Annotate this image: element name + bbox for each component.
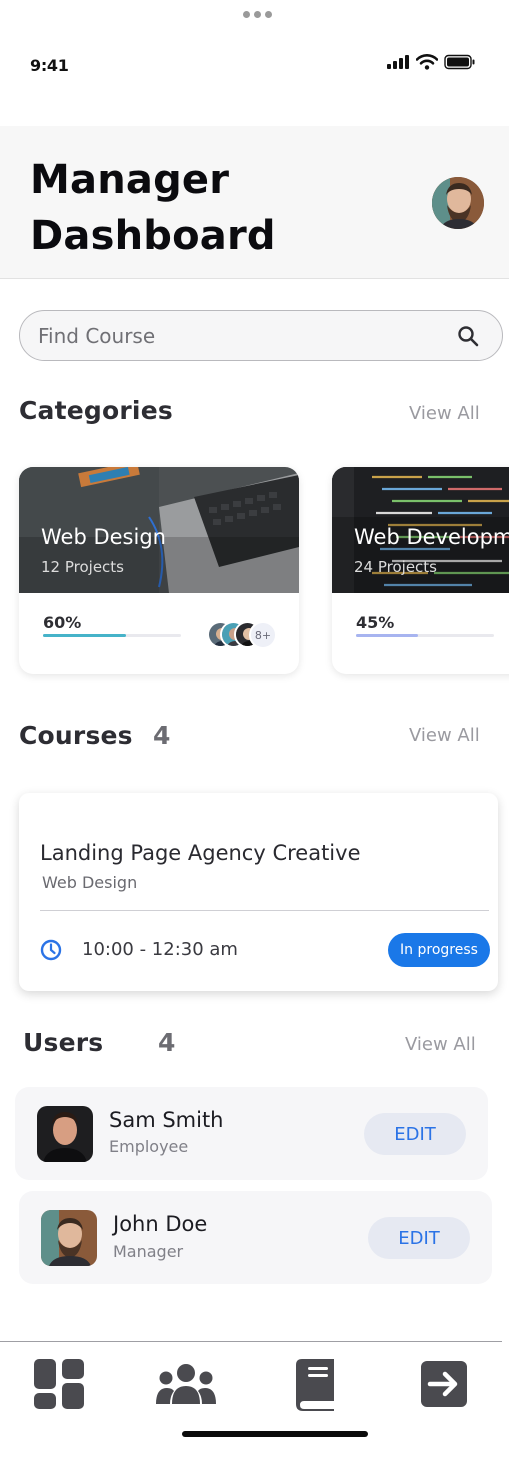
book-icon: [296, 1359, 334, 1411]
category-progress-fill: [356, 634, 419, 637]
user-role: Manager: [113, 1242, 184, 1261]
category-card-web-design[interactable]: Web Design 12 Projects 60% 8+: [19, 467, 299, 674]
user-name: Sam Smith: [109, 1108, 224, 1132]
courses-view-all-link[interactable]: View All: [409, 725, 480, 746]
edit-user-button[interactable]: EDIT: [364, 1113, 466, 1155]
nav-courses-button[interactable]: [284, 1354, 348, 1414]
page-title-line2: Dashboard: [30, 213, 276, 259]
battery-icon: [444, 54, 475, 70]
users-view-all-link[interactable]: View All: [405, 1034, 476, 1055]
status-badge: In progress: [388, 933, 490, 967]
category-progress-fill: [43, 634, 126, 637]
categories-heading: Categories: [19, 396, 173, 425]
profile-avatar[interactable]: [432, 177, 484, 229]
member-avatars[interactable]: 8+: [207, 621, 287, 649]
users-group-icon: [156, 1364, 216, 1404]
edit-user-button[interactable]: EDIT: [368, 1217, 470, 1259]
category-progress-label: 45%: [356, 613, 395, 632]
course-divider: [40, 910, 489, 911]
home-indicator: [182, 1431, 368, 1437]
bottom-nav-divider: [0, 1341, 502, 1342]
category-progress-track: [43, 634, 181, 637]
category-card-web-development[interactable]: Web Development 24 Projects 45%: [332, 467, 509, 674]
categories-view-all-link[interactable]: View All: [409, 403, 480, 424]
nav-logout-button[interactable]: [412, 1354, 476, 1414]
course-card[interactable]: Landing Page Agency Creative Web Design …: [19, 793, 498, 991]
more-members-badge: 8+: [249, 621, 277, 649]
page-title: Manager Dashboard: [30, 152, 276, 264]
window-grabber[interactable]: [243, 11, 272, 18]
app-header: Manager Dashboard: [0, 126, 509, 279]
course-title: Landing Page Agency Creative: [40, 841, 361, 865]
nav-users-button[interactable]: [154, 1354, 218, 1414]
clock-icon: [40, 939, 62, 961]
courses-heading: Courses: [19, 721, 133, 750]
user-avatar: [37, 1106, 93, 1162]
search-bar: [19, 310, 503, 361]
wifi-icon: [416, 54, 438, 70]
course-category: Web Design: [42, 873, 138, 892]
nav-dashboard-button[interactable]: [27, 1354, 91, 1414]
status-icons: [386, 54, 476, 70]
users-count: 4: [158, 1028, 176, 1057]
search-icon[interactable]: [456, 324, 480, 348]
status-time: 9:41: [30, 56, 69, 75]
signal-icon: [387, 55, 409, 69]
category-progress-label: 60%: [43, 613, 82, 632]
user-card-john-doe[interactable]: John Doe Manager EDIT: [19, 1191, 492, 1284]
course-time: 10:00 - 12:30 am: [82, 939, 238, 960]
user-name: John Doe: [113, 1212, 208, 1236]
dashboard-icon: [34, 1359, 84, 1409]
users-heading: Users: [23, 1028, 104, 1057]
logout-icon: [421, 1361, 467, 1407]
category-name: Web Development: [354, 525, 509, 549]
category-project-count: 24 Projects: [354, 558, 437, 576]
page-title-line1: Manager: [30, 157, 230, 203]
user-role: Employee: [109, 1137, 189, 1156]
category-project-count: 12 Projects: [41, 558, 124, 576]
courses-count: 4: [153, 721, 171, 750]
category-name: Web Design: [41, 525, 166, 549]
category-progress-track: [356, 634, 494, 637]
user-card-sam-smith[interactable]: Sam Smith Employee EDIT: [15, 1087, 488, 1180]
user-avatar: [41, 1210, 97, 1266]
search-input[interactable]: [38, 321, 438, 351]
